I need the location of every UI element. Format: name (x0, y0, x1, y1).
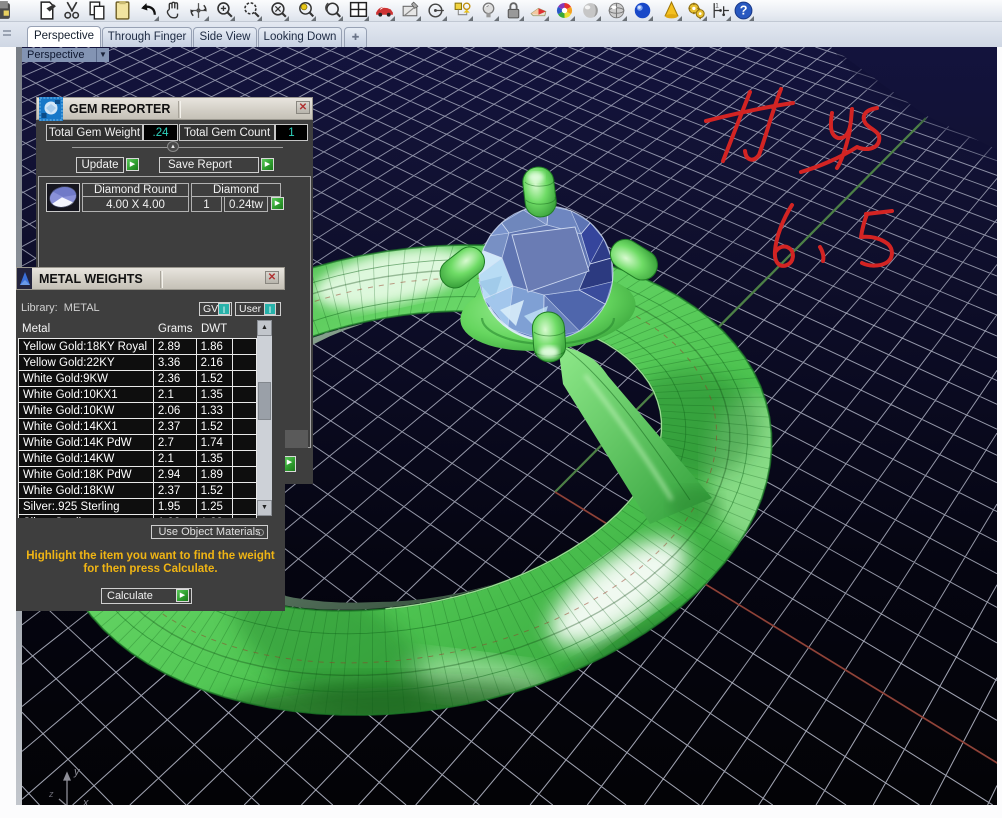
svg-text:x: x (82, 797, 89, 805)
svg-text:1: 1 (715, 2, 719, 9)
svg-text:z: z (48, 789, 54, 799)
svg-text:?: ? (740, 4, 748, 18)
svg-text:y: y (73, 766, 81, 778)
